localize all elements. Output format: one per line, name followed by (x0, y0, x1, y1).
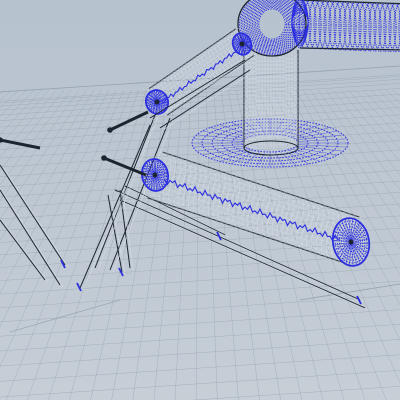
piston-tip (101, 155, 107, 161)
wireframe-scene[interactable] (0, 0, 400, 400)
piston-tip (107, 127, 113, 133)
scene-viewport[interactable] (0, 0, 400, 400)
